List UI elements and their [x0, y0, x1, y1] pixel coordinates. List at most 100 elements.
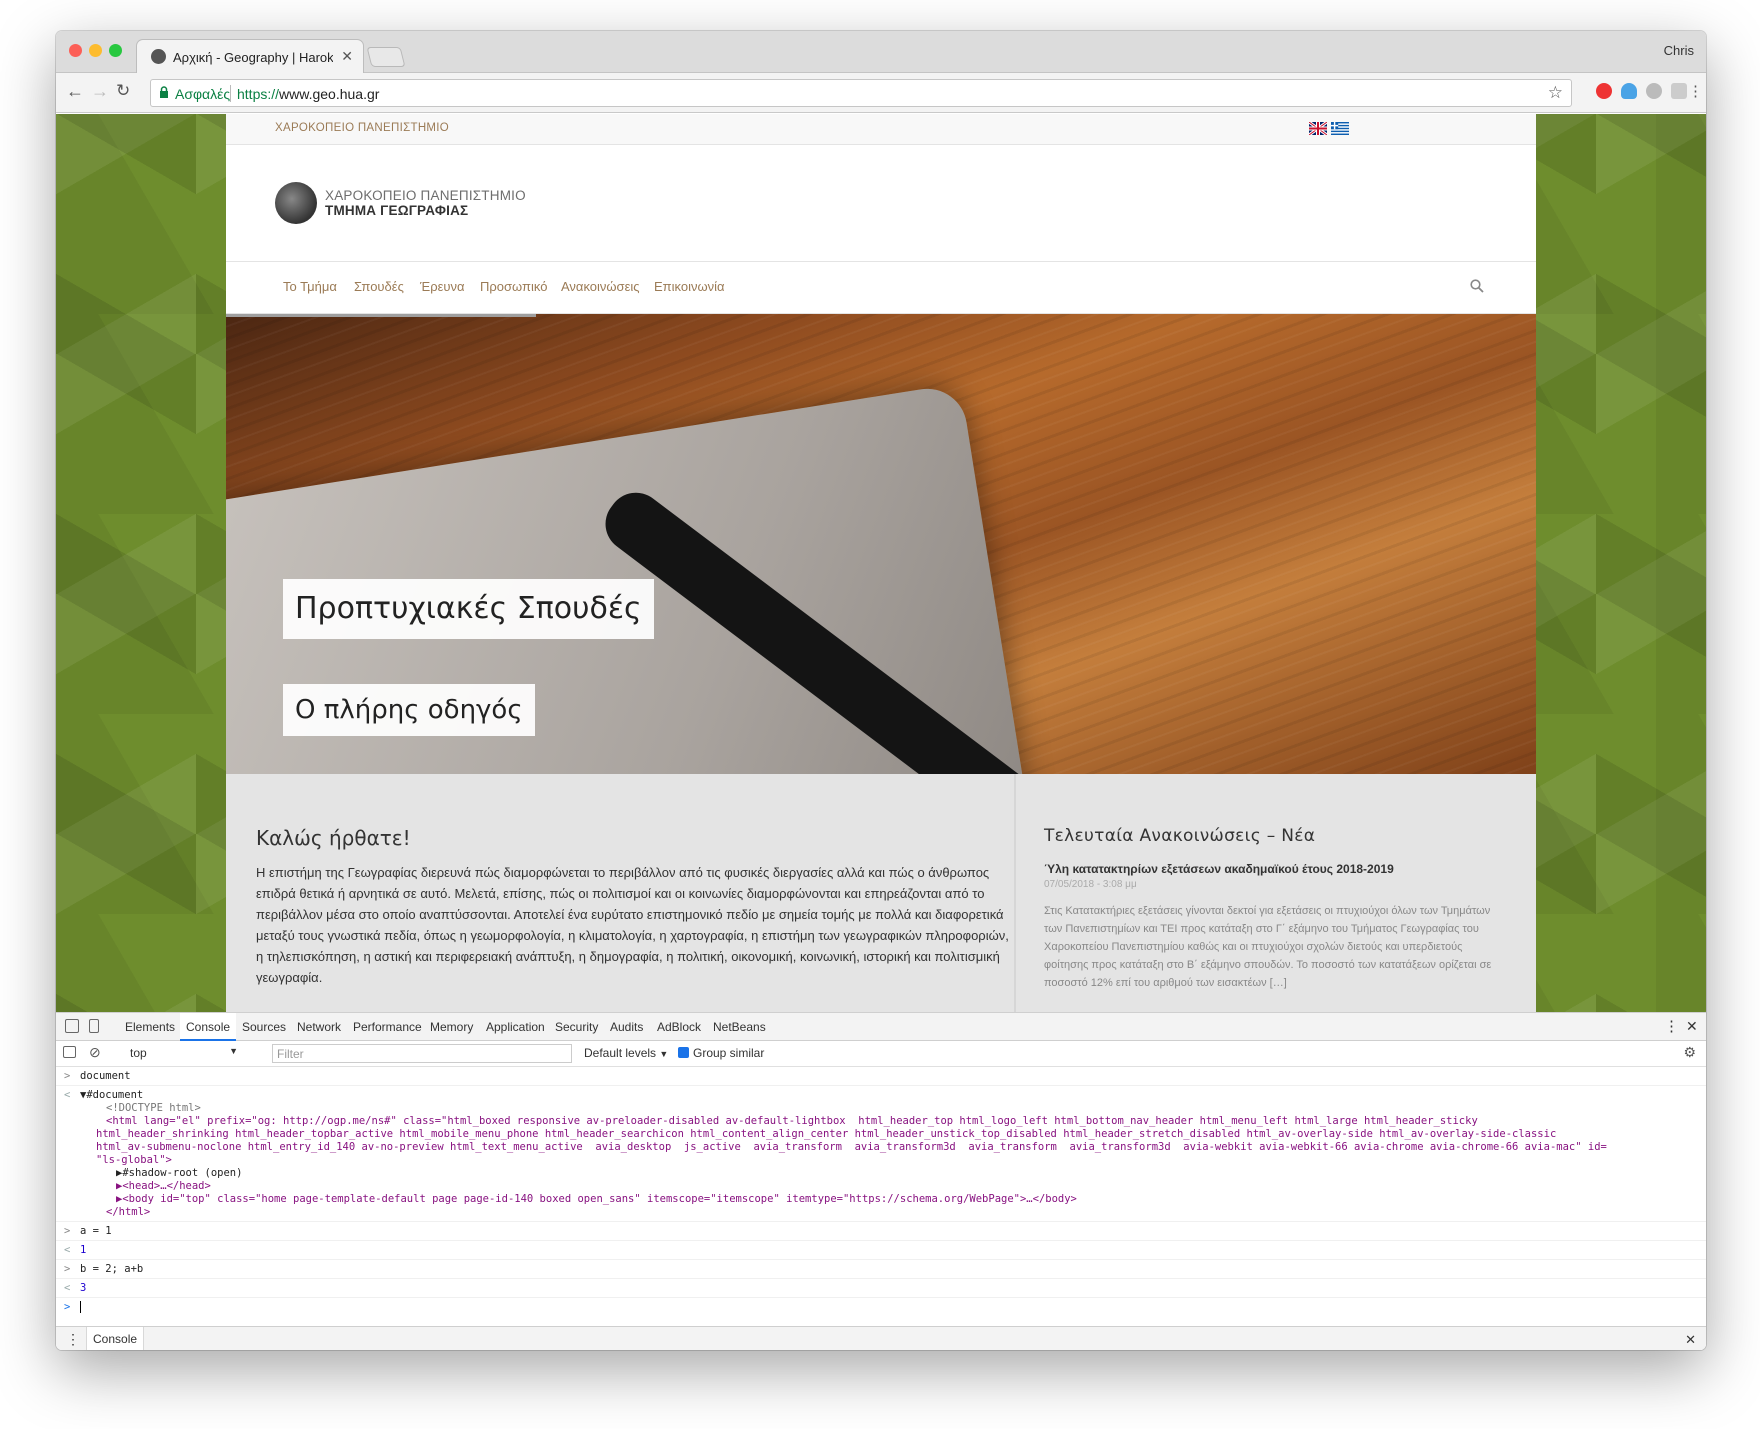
drawer-tab-console[interactable]: Console	[86, 1327, 145, 1350]
devtools-tab-adblock[interactable]: AdBlock	[657, 1020, 701, 1034]
context-selector[interactable]: top ▼	[124, 1044, 242, 1063]
omnibox-separator	[230, 85, 231, 102]
console-output[interactable]: > document < ▼#document <!DOCTYPE html> <…	[56, 1067, 1706, 1317]
drawer-close-icon[interactable]: ✕	[1685, 1332, 1696, 1348]
uk-flag-icon[interactable]	[1309, 122, 1327, 135]
input-prompt-icon: >	[64, 1225, 71, 1237]
news-item-title[interactable]: Ύλη κατατακτηρίων εξετάσεων ακαδημαϊκού …	[1044, 862, 1504, 876]
page-viewport: ΧΑΡΟΚΟΠΕΙΟ ΠΑΝΕΠΙΣΤΗΜΙΟ ΧΑΡΟΚΟΠΕΙΟ ΠΑΝΕΠ…	[56, 114, 1706, 1012]
university-link[interactable]: ΧΑΡΟΚΟΠΕΙΟ ΠΑΝΕΠΙΣΤΗΜΙΟ	[275, 122, 449, 134]
browser-menu-icon[interactable]: ⋮	[1688, 82, 1703, 100]
news-column: Τελευταία Ανακοινώσεις – Νέα Ύλη κατατακ…	[1044, 774, 1504, 992]
content-section: Καλώς ήρθατε! Η επιστήμη της Γεωγραφίας …	[226, 774, 1536, 1012]
nav-item-research[interactable]: Έρευνα	[420, 279, 465, 294]
devtools-tab-performance[interactable]: Performance	[353, 1020, 422, 1034]
head-node[interactable]: ▶<head>…</head>	[106, 1180, 1706, 1193]
document-label: #document	[86, 1089, 144, 1101]
bookmark-star-icon[interactable]: ☆	[1548, 83, 1563, 103]
log-levels-dropdown[interactable]: Default levels ▼	[584, 1046, 668, 1060]
body-node[interactable]: ▶<body id="top" class="home page-templat…	[106, 1193, 1706, 1206]
nav-item-staff[interactable]: Προσωπικό	[480, 279, 547, 294]
console-sidebar-icon[interactable]	[63, 1046, 76, 1058]
output-arrow-icon: <	[64, 1244, 71, 1256]
devtools-tab-sources[interactable]: Sources	[242, 1020, 286, 1034]
greek-flag-icon[interactable]	[1331, 122, 1349, 135]
url-text: https://www.geo.hua.gr	[237, 86, 379, 102]
profile-name[interactable]: Chris	[1664, 43, 1694, 58]
shadow-root-node[interactable]: ▶#shadow-root (open)	[106, 1167, 1706, 1180]
console-result-row: <1	[56, 1241, 1706, 1260]
column-divider	[1014, 774, 1016, 1012]
back-icon[interactable]: ←	[66, 81, 84, 102]
nav-item-department[interactable]: Το Τμήμα	[283, 279, 337, 294]
console-prompt[interactable]: >	[56, 1298, 1706, 1317]
console-result: 3	[80, 1282, 87, 1294]
console-input-row: > document	[56, 1067, 1706, 1086]
nav-item-contact[interactable]: Επικοινωνία	[654, 279, 725, 294]
html-open-tag-line1[interactable]: <html lang="el" prefix="og: http://ogp.m…	[106, 1115, 1706, 1128]
devtools-tab-security[interactable]: Security	[555, 1020, 598, 1034]
welcome-text: Η επιστήμη της Γεωγραφίας διερευνά πώς δ…	[256, 865, 1009, 985]
console-result: 1	[80, 1244, 87, 1256]
devtools-menu-icon[interactable]: ⋮	[1664, 1017, 1679, 1035]
devtools-tab-console[interactable]: Console	[180, 1013, 237, 1041]
devtools-tab-audits[interactable]: Audits	[610, 1020, 643, 1034]
omnibox[interactable]: Ασφαλές https://www.geo.hua.gr ☆	[150, 79, 1572, 107]
browser-tab[interactable]: Αρχική - Geography | Harokopio ✕	[136, 39, 364, 73]
levels-arrow-icon: ▼	[659, 1049, 669, 1059]
doctype-node: <!DOCTYPE html>	[106, 1102, 201, 1114]
logo-university-name[interactable]: ΧΑΡΟΚΟΠΕΙΟ ΠΑΝΕΠΙΣΤΗΜΙΟ	[325, 188, 526, 203]
welcome-title: Καλώς ήρθατε!	[256, 826, 411, 850]
inspect-element-icon[interactable]	[65, 1019, 79, 1033]
output-arrow-icon: <	[64, 1089, 71, 1101]
devtools-tab-memory[interactable]: Memory	[430, 1020, 473, 1034]
devtools-panel: Elements Console Sources Network Perform…	[56, 1012, 1706, 1350]
close-tab-icon[interactable]: ✕	[341, 48, 353, 65]
html-open-tag-line3: html_av-submenu-noclone html_entry_id_14…	[96, 1141, 1607, 1153]
devtools-tab-application[interactable]: Application	[486, 1020, 545, 1034]
minimize-window-button[interactable]	[89, 44, 102, 57]
dropdown-arrow-icon: ▼	[229, 1046, 238, 1056]
drawer-menu-icon[interactable]: ⋮	[66, 1331, 80, 1348]
site-container: ΧΑΡΟΚΟΠΕΙΟ ΠΑΝΕΠΙΣΤΗΜΙΟ ΧΑΡΟΚΟΠΕΙΟ ΠΑΝΕΠ…	[226, 114, 1536, 1012]
slider-progress	[226, 314, 536, 317]
main-navigation: Το Τμήμα Σπουδές Έρευνα Προσωπικό Ανακοι…	[226, 261, 1536, 314]
body-label: <body id="top" class="home page-template…	[122, 1193, 1077, 1205]
html-open-tag-line2: html_header_shrinking html_header_topbar…	[96, 1128, 1557, 1140]
device-toolbar-icon[interactable]	[89, 1019, 99, 1033]
hero-slider[interactable]: Προπτυχιακές Σπουδές Ο πλήρης οδηγός	[226, 314, 1536, 774]
drive-extension-icon[interactable]	[1646, 83, 1662, 99]
context-value: top	[130, 1046, 147, 1060]
maximize-window-button[interactable]	[109, 44, 122, 57]
reload-icon[interactable]: ↻	[116, 81, 130, 101]
cloud-extension-icon[interactable]	[1621, 83, 1637, 99]
devtools-drawer: ⋮ Console ✕	[56, 1326, 1706, 1350]
logo-department-name[interactable]: ΤΜΗΜΑ ΓΕΩΓΡΑΦΙΑΣ	[325, 203, 468, 218]
nav-item-announcements[interactable]: Ανακοινώσεις	[561, 279, 640, 294]
opera-extension-icon[interactable]	[1596, 83, 1612, 99]
console-settings-icon[interactable]: ⚙	[1683, 1044, 1696, 1061]
console-result-row: <3	[56, 1279, 1706, 1298]
group-similar-checkbox[interactable]: Group similar	[678, 1046, 764, 1060]
search-icon[interactable]	[1470, 279, 1484, 293]
close-window-button[interactable]	[69, 44, 82, 57]
group-similar-label: Group similar	[693, 1046, 765, 1060]
devtools-tab-elements[interactable]: Elements	[125, 1020, 175, 1034]
clear-console-icon[interactable]: ⊘	[89, 1044, 101, 1061]
forward-icon[interactable]: →	[91, 81, 109, 102]
devtools-tab-network[interactable]: Network	[297, 1020, 341, 1034]
devtools-tab-netbeans[interactable]: NetBeans	[713, 1020, 766, 1034]
nav-item-studies[interactable]: Σπουδές	[354, 279, 404, 294]
console-filter-input[interactable]: Filter	[272, 1044, 572, 1063]
input-prompt-icon: >	[64, 1263, 71, 1275]
document-node[interactable]: ▼#document	[80, 1089, 1706, 1102]
html-open-tag-line4: "ls-global">	[96, 1154, 172, 1166]
new-tab-button[interactable]	[366, 47, 406, 67]
hero-caption-subtitle[interactable]: Ο πλήρης οδηγός	[283, 684, 535, 736]
shield-extension-icon[interactable]	[1671, 83, 1687, 99]
university-logo[interactable]	[275, 182, 317, 224]
hero-caption-title[interactable]: Προπτυχιακές Σπουδές	[283, 579, 654, 639]
secure-label: Ασφαλές	[175, 86, 231, 102]
news-item-date: 07/05/2018 - 3:08 μμ	[1044, 879, 1137, 890]
devtools-close-icon[interactable]: ✕	[1686, 1018, 1698, 1035]
